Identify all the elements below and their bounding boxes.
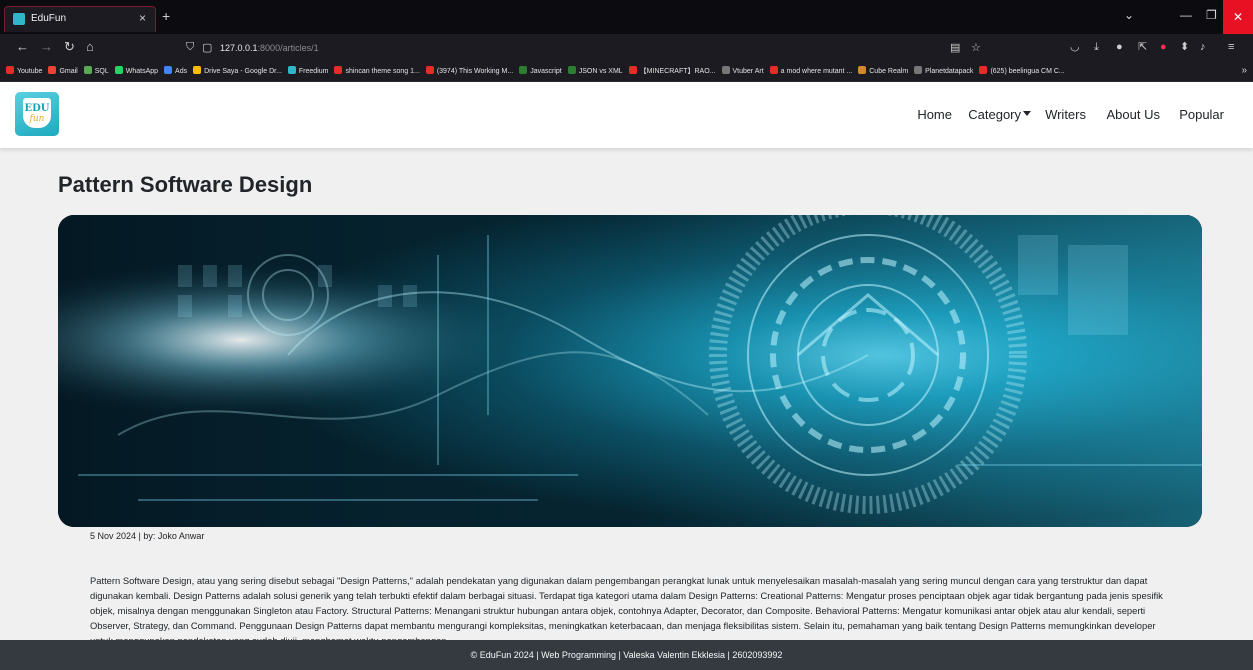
bookmark-label: Gmail xyxy=(59,68,78,75)
nav-category[interactable]: Category xyxy=(968,107,1031,122)
bookmark-label: shincan theme song 1... xyxy=(345,68,420,75)
forward-icon[interactable]: → xyxy=(40,40,53,54)
bookmark-item[interactable]: Freedium xyxy=(287,66,329,77)
bookmark-item[interactable]: shincan theme song 1... xyxy=(334,66,420,77)
bookmark-favicon-icon xyxy=(164,66,173,74)
site-header: EDU fun Home Category Writers About Us P… xyxy=(0,82,1253,148)
bookmark-item[interactable]: Javascript xyxy=(519,66,562,77)
bookmark-item[interactable]: (3974) This Working M... xyxy=(425,66,514,77)
bookmarks-bar: Youtube Gmail SQL WhatsApp Ads Drive Saya - G… xyxy=(0,62,1253,82)
bookmark-favicon-icon xyxy=(519,66,528,74)
browser-toolbar: ← → ↻ ⌂ ⛉ ▢ 127.0.0.1:8000/articles/1 ▤ … xyxy=(0,34,1253,62)
reader-view-icon[interactable]: ▤ xyxy=(950,41,960,54)
article-body: Pattern Software Design, atau yang serin… xyxy=(90,575,1163,646)
article-hero-image xyxy=(58,215,1202,527)
new-tab-button[interactable]: + xyxy=(162,9,170,23)
bookmark-label: JSON vs XML xyxy=(578,68,623,75)
logo-shield: EDU fun xyxy=(23,98,51,128)
logo-text-edu: EDU xyxy=(24,103,50,114)
bookmark-favicon-icon xyxy=(567,66,576,74)
bookmark-item[interactable]: JSON vs XML xyxy=(567,66,623,77)
nav-home[interactable]: Home xyxy=(917,107,952,122)
bookmark-favicon-icon xyxy=(425,66,434,74)
bookmark-item[interactable]: Ads xyxy=(164,66,187,77)
restore-icon[interactable]: ❐ xyxy=(1206,8,1217,22)
browser-tab[interactable]: EduFun × xyxy=(4,6,156,32)
bookmark-favicon-icon xyxy=(334,66,343,74)
bookmark-star-icon[interactable]: ☆ xyxy=(971,41,981,54)
bookmark-favicon-icon xyxy=(979,66,988,74)
bookmark-label: 【MINECRAFT】RAO... xyxy=(639,68,716,75)
bookmark-label: Drive Saya - Google Dr... xyxy=(204,68,282,75)
nav-popular[interactable]: Popular xyxy=(1179,107,1224,122)
page-icon[interactable]: ▢ xyxy=(202,41,212,54)
shield-icon[interactable]: ⛉ xyxy=(186,41,194,54)
tab-list-chevron-icon[interactable]: ⌄ xyxy=(1124,8,1134,22)
bookmark-item[interactable]: Youtube xyxy=(6,66,42,77)
bookmark-favicon-icon xyxy=(769,66,778,74)
downloads-icon[interactable]: ⤓ xyxy=(1094,40,1099,54)
bookmark-favicon-icon xyxy=(858,66,867,74)
browser-tabstrip: EduFun × + ⌄ — ❐ ✕ xyxy=(0,0,1253,34)
bookmark-label: Javascript xyxy=(530,68,562,75)
site-favicon-icon xyxy=(13,13,25,25)
bookmark-label: Freedium xyxy=(298,68,329,75)
bookmark-favicon-icon xyxy=(721,66,730,74)
home-icon[interactable]: ⌂ xyxy=(86,40,94,54)
article-meta: 5 Nov 2024 | by: Joko Anwar xyxy=(90,531,205,541)
record-extension-icon[interactable]: ● xyxy=(1160,40,1167,54)
edufun-logo[interactable]: EDU fun xyxy=(15,92,59,136)
bookmark-label: Ads xyxy=(175,68,188,75)
bookmark-label: WhatsApp xyxy=(125,68,159,75)
bookmark-label: (3974) This Working M... xyxy=(436,68,514,75)
bookmark-label: (625) beelingua CM C... xyxy=(990,68,1065,75)
bookmark-item[interactable]: (625) beelingua CM C... xyxy=(979,66,1065,77)
bookmark-label: Planetdatapack xyxy=(925,68,974,75)
bookmark-favicon-icon xyxy=(628,66,637,74)
bookmark-item[interactable]: 【MINECRAFT】RAO... xyxy=(628,66,716,77)
bookmark-item[interactable]: Gmail xyxy=(48,66,78,77)
speaker-icon[interactable]: ♪ xyxy=(1200,40,1206,54)
tab-close-icon[interactable]: × xyxy=(139,11,146,25)
bookmark-label: SQL xyxy=(94,68,109,75)
back-icon[interactable]: ← xyxy=(16,40,29,54)
address-bar[interactable]: ⛉ ▢ 127.0.0.1:8000/articles/1 ▤ ☆ xyxy=(174,38,994,59)
bookmark-item[interactable]: Planetdatapack xyxy=(914,66,973,77)
bookmark-favicon-icon xyxy=(914,66,923,74)
minimize-icon[interactable]: — xyxy=(1180,8,1192,22)
bookmark-favicon-icon xyxy=(193,66,202,74)
bookmark-label: Youtube xyxy=(17,68,43,75)
bookmark-favicon-icon xyxy=(6,66,14,74)
nav-writers[interactable]: Writers xyxy=(1045,107,1086,122)
bookmark-item[interactable]: Cube Realm xyxy=(858,66,908,77)
bookmark-item[interactable]: SQL xyxy=(83,66,109,77)
bookmark-item[interactable]: Vtuber Art xyxy=(721,66,764,77)
extensions-puzzle-icon[interactable]: ⬍ xyxy=(1180,40,1189,54)
reload-icon[interactable]: ↻ xyxy=(64,40,75,54)
site-footer: © EduFun 2024 | Web Programming | Valesk… xyxy=(0,640,1253,670)
more-bookmarks-icon[interactable]: » xyxy=(1241,65,1247,76)
pocket-icon[interactable]: ◡ xyxy=(1070,40,1080,54)
url-text[interactable]: 127.0.0.1:8000/articles/1 xyxy=(220,43,319,53)
bookmark-item[interactable]: Drive Saya - Google Dr... xyxy=(193,66,282,77)
share-icon[interactable]: ⇱ xyxy=(1138,40,1147,54)
bookmark-favicon-icon xyxy=(287,66,296,74)
bookmark-label: Cube Realm xyxy=(869,68,909,75)
logo-text-fun: fun xyxy=(29,114,45,124)
close-window-icon[interactable]: ✕ xyxy=(1223,0,1253,34)
menu-icon[interactable]: ≡ xyxy=(1228,40,1234,54)
article-title: Pattern Software Design xyxy=(58,172,313,197)
tab-title: EduFun xyxy=(31,13,67,24)
bookmark-label: Vtuber Art xyxy=(732,68,764,75)
caret-down-icon xyxy=(1023,111,1031,116)
extension-icon[interactable]: ● xyxy=(1116,40,1123,54)
bookmark-item[interactable]: WhatsApp xyxy=(114,66,159,77)
nav-category-label: Category xyxy=(968,107,1021,122)
bookmark-label: a mod where mutant ... xyxy=(780,68,853,75)
bookmark-favicon-icon xyxy=(48,66,57,74)
bookmark-favicon-icon xyxy=(83,66,92,74)
bookmark-item[interactable]: a mod where mutant ... xyxy=(769,66,853,77)
bookmark-favicon-icon xyxy=(114,66,123,74)
nav-about-us[interactable]: About Us xyxy=(1107,107,1160,122)
